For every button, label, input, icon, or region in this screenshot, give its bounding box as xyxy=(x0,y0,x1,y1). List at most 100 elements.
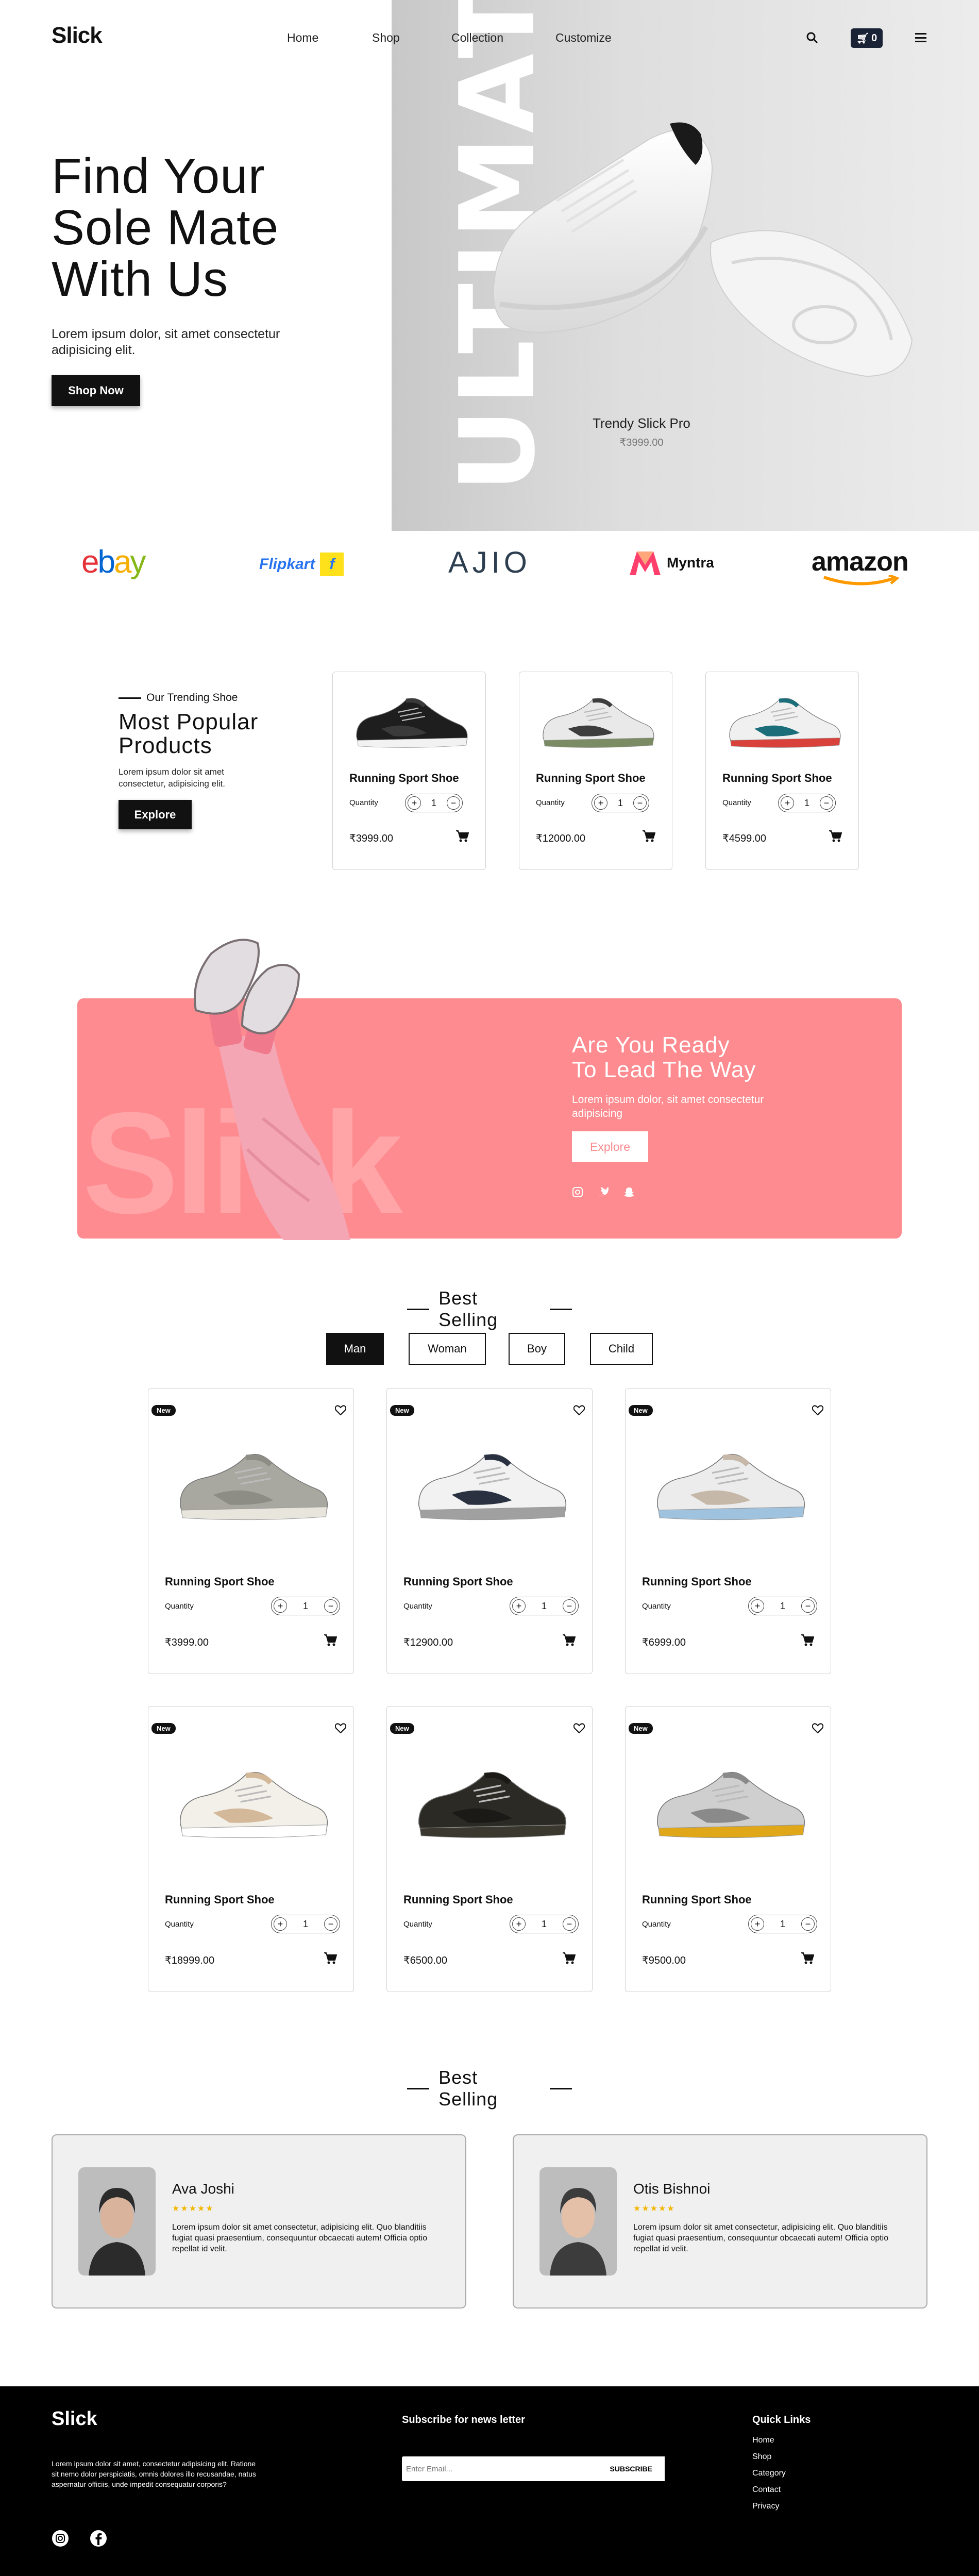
decrement-button[interactable]: − xyxy=(324,1599,337,1613)
product-price: ₹12000.00 xyxy=(536,833,586,844)
testimonial-card: Otis Bishnoi ★★★★★ Lorem ipsum dolor sit a… xyxy=(513,2134,927,2309)
amazon-smile-icon xyxy=(823,575,899,586)
menu-icon[interactable] xyxy=(915,33,926,42)
cart-button[interactable]: 🛒︎ 0 xyxy=(851,28,883,48)
trending-product-card[interactable]: Running Sport Shoe Quantity +1− ₹12000.00 xyxy=(519,672,672,870)
quantity-label: Quantity xyxy=(403,1602,432,1611)
quantity-value: 1 xyxy=(780,1918,785,1929)
brand-myntra[interactable]: Myntra xyxy=(628,549,714,576)
footer-link-contact[interactable]: Contact xyxy=(752,2485,786,2495)
shoe-image xyxy=(729,698,841,748)
trending-product-card[interactable]: Running Sport Shoe Quantity +1− ₹4599.00 xyxy=(705,672,859,870)
cart-icon[interactable] xyxy=(324,1952,337,1964)
shop-now-button[interactable]: Shop Now xyxy=(52,375,140,406)
quantity-value: 1 xyxy=(541,1600,547,1611)
product-card[interactable]: New Running Sport Shoe Quantity +1 − ₹6500.00 xyxy=(386,1706,593,1992)
decrement-button[interactable]: − xyxy=(633,796,647,810)
nav-shop[interactable]: Shop xyxy=(372,31,400,45)
new-badge: New xyxy=(390,1405,414,1416)
email-input[interactable] xyxy=(402,2456,598,2481)
instagram-icon[interactable] xyxy=(52,2530,69,2547)
increment-button[interactable]: + xyxy=(751,1599,764,1613)
footer-logo[interactable]: Slick xyxy=(52,2408,97,2430)
decrement-button[interactable]: − xyxy=(446,796,460,810)
product-card[interactable]: New Running Sport Shoe Quantity +1 − ₹3999.00 xyxy=(148,1388,354,1674)
new-badge: New xyxy=(629,1723,653,1734)
tab-boy[interactable]: Boy xyxy=(509,1333,565,1365)
heart-icon[interactable] xyxy=(812,1723,823,1733)
product-card[interactable]: New Running Sport Shoe Quantity +1 − ₹18999.0… xyxy=(148,1706,354,1992)
decrement-button[interactable]: − xyxy=(324,1917,337,1931)
increment-button[interactable]: + xyxy=(274,1599,287,1613)
testimonial-text: Lorem ipsum dolor sit amet consectetur, … xyxy=(633,2223,889,2253)
increment-button[interactable]: + xyxy=(781,796,794,810)
facebook-icon[interactable] xyxy=(90,2530,107,2547)
cart-icon[interactable] xyxy=(455,830,469,842)
decrement-button[interactable]: − xyxy=(801,1917,815,1931)
brand-ebay[interactable]: ebay xyxy=(81,544,146,580)
increment-button[interactable]: + xyxy=(274,1917,287,1931)
heart-icon[interactable] xyxy=(812,1405,823,1415)
footer-link-shop[interactable]: Shop xyxy=(752,2452,786,2462)
product-name: Running Sport Shoe xyxy=(536,772,646,784)
search-icon[interactable] xyxy=(805,31,819,44)
decrement-button[interactable]: − xyxy=(801,1599,815,1613)
tab-woman[interactable]: Woman xyxy=(409,1333,486,1365)
heart-icon[interactable] xyxy=(573,1405,585,1415)
decrement-button[interactable]: − xyxy=(562,1917,576,1931)
quantity-label: Quantity xyxy=(536,798,565,807)
hero-shoe-image xyxy=(493,122,913,377)
quantity-stepper: +1 − xyxy=(748,1915,817,1933)
cart-icon[interactable] xyxy=(562,1634,576,1646)
cart-icon[interactable] xyxy=(801,1634,815,1646)
cart-icon[interactable] xyxy=(642,830,656,842)
promo-explore-button[interactable]: Explore xyxy=(572,1131,648,1162)
cart-icon[interactable] xyxy=(324,1634,337,1646)
hero-subtitle: Lorem ipsum dolor, sit amet consectetur … xyxy=(52,327,280,357)
site-logo[interactable]: Slick xyxy=(52,23,103,48)
snapchat-icon[interactable] xyxy=(623,1186,635,1198)
increment-button[interactable]: + xyxy=(408,796,421,810)
tab-man[interactable]: Man xyxy=(326,1333,384,1365)
twitter-icon[interactable] xyxy=(598,1186,609,1198)
explore-button[interactable]: Explore xyxy=(119,800,192,829)
heart-icon[interactable] xyxy=(335,1405,346,1415)
product-card[interactable]: New Running Sport Shoe Quantity +1 − ₹6999.00 xyxy=(625,1388,831,1674)
increment-button[interactable]: + xyxy=(512,1917,526,1931)
trending-product-card[interactable]: Running Sport Shoe Quantity +1− ₹3999.00 xyxy=(332,672,486,870)
hero-product-name: Trendy Slick Pro xyxy=(593,415,690,431)
product-card[interactable]: New Running Sport Shoe Quantity +1 − ₹12900.0… xyxy=(386,1388,593,1674)
heart-icon[interactable] xyxy=(335,1723,346,1733)
decrement-button[interactable]: − xyxy=(562,1599,576,1613)
heart-icon[interactable] xyxy=(573,1723,585,1733)
hero-product-price: ₹3999.00 xyxy=(619,437,664,448)
increment-button[interactable]: + xyxy=(594,796,607,810)
product-price: ₹3999.00 xyxy=(349,833,394,844)
nav-collection[interactable]: Collection xyxy=(451,31,503,45)
brand-amazon[interactable]: amazon xyxy=(812,546,909,586)
cart-icon[interactable] xyxy=(801,1952,815,1964)
quantity-stepper: +1− xyxy=(592,794,649,812)
cart-icon[interactable] xyxy=(829,830,842,842)
footer-social xyxy=(52,2530,107,2547)
promo-title: Are You Ready To Lead The Way xyxy=(572,1032,756,1082)
footer-link-category[interactable]: Category xyxy=(752,2469,786,2478)
brand-flipkart[interactable]: Flipkart f xyxy=(259,553,344,576)
nav-customize[interactable]: Customize xyxy=(555,31,612,45)
footer-link-privacy[interactable]: Privacy xyxy=(752,2502,786,2511)
instagram-icon[interactable] xyxy=(572,1186,583,1198)
nav-home[interactable]: Home xyxy=(287,31,318,45)
brand-ajio[interactable]: AJIO xyxy=(448,545,531,580)
product-card[interactable]: New Running Sport Shoe Quantity +1 − ₹9500.00 xyxy=(625,1706,831,1992)
increment-button[interactable]: + xyxy=(512,1599,526,1613)
quantity-label: Quantity xyxy=(165,1920,194,1929)
trending-eyebrow: Our Trending Shoe xyxy=(119,692,238,704)
quantity-label: Quantity xyxy=(165,1602,194,1611)
decrement-button[interactable]: − xyxy=(819,796,833,810)
increment-button[interactable]: + xyxy=(751,1917,764,1931)
cart-icon[interactable] xyxy=(562,1952,576,1964)
footer-link-home[interactable]: Home xyxy=(752,2436,786,2445)
subscribe-button[interactable]: SUBSCRIBE xyxy=(597,2456,665,2481)
tab-child[interactable]: Child xyxy=(590,1333,653,1365)
product-name: Running Sport Shoe xyxy=(403,1893,513,1906)
